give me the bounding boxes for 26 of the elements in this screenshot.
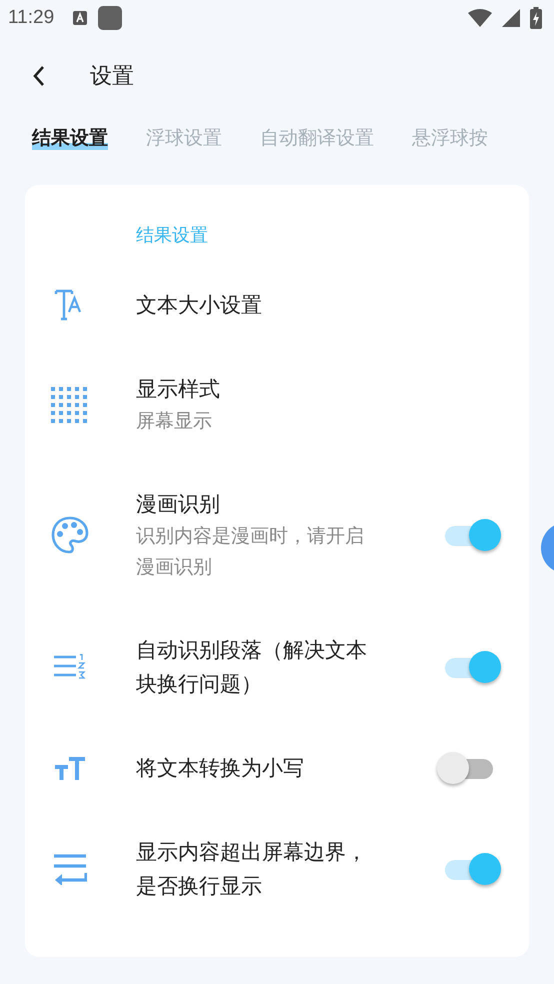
- tab[interactable]: 自动翻译设置: [260, 125, 374, 151]
- text-height-icon: [55, 756, 85, 780]
- page-title: 设置: [90, 63, 134, 91]
- tab[interactable]: 浮球设置: [146, 125, 222, 151]
- setting-title: 将文本转换为小写: [136, 755, 305, 782]
- signal-icon: [502, 9, 520, 27]
- dotted-grid-icon: [51, 386, 89, 422]
- status-time: 11:29: [8, 7, 54, 29]
- app-notification-icon: [98, 6, 122, 30]
- setting-description: 屏幕显示: [136, 409, 213, 434]
- wrap-lines-icon: [53, 853, 87, 885]
- section-title: 结果设置: [136, 224, 209, 248]
- battery-icon: [530, 7, 542, 29]
- palette-icon: [51, 516, 89, 554]
- setting-title: 漫画识别: [136, 491, 221, 518]
- notification-icon: [72, 10, 88, 26]
- setting-title: 文本大小设置: [136, 292, 263, 319]
- tab[interactable]: 结果设置: [32, 125, 108, 151]
- numbered-list-icon: [54, 654, 86, 680]
- wifi-icon: [468, 9, 492, 27]
- setting-title: 自动识别段落（解决文本块换行问题）: [136, 637, 368, 698]
- chevron-left-icon: [32, 65, 46, 87]
- setting-title: 显示内容超出屏幕边界，是否换行显示: [136, 839, 368, 900]
- setting-description: 识别内容是漫画时，请开启漫画识别: [136, 524, 365, 580]
- tab[interactable]: 悬浮球按: [412, 125, 488, 151]
- setting-title: 显示样式: [136, 376, 221, 403]
